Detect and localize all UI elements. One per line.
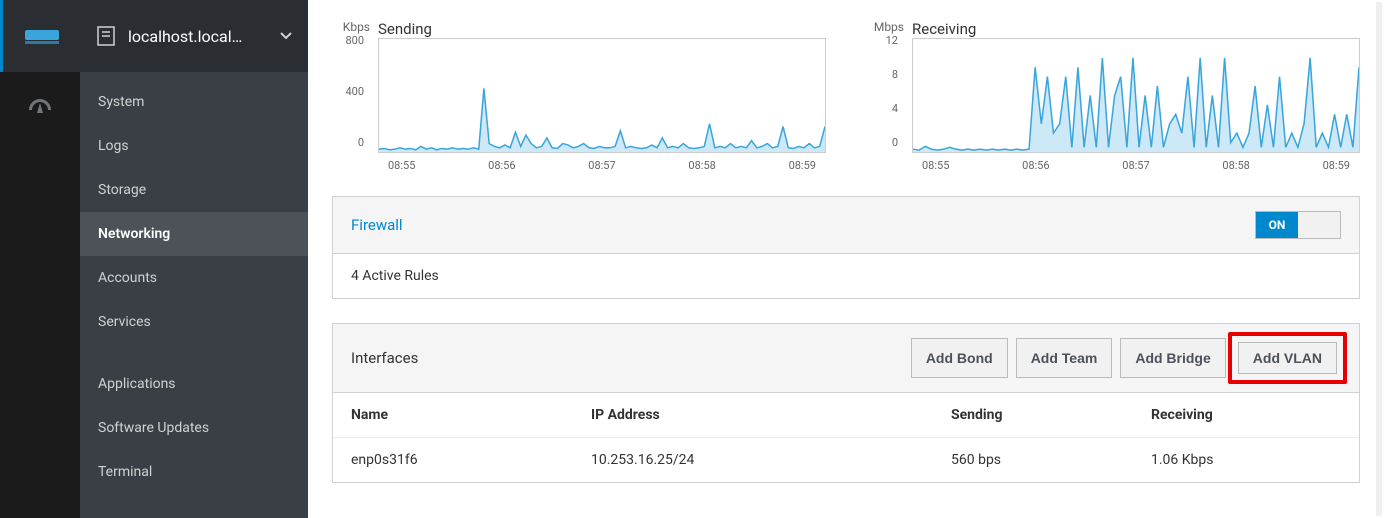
sidebar-item-software-updates[interactable]: Software Updates	[80, 406, 308, 450]
sidebar-nav: System Logs Storage Networking Accounts …	[80, 72, 308, 494]
chart-receiving-unit: Mbps	[866, 20, 904, 34]
chart-sending-plot	[378, 38, 826, 153]
sidebar-item-terminal[interactable]: Terminal	[80, 450, 308, 494]
host-selector[interactable]: localhost.local…	[80, 0, 308, 72]
firewall-toggle-handle	[1298, 212, 1340, 238]
interfaces-header: Interfaces Add Bond Add Team Add Bridge …	[332, 323, 1360, 393]
chart-receiving-plot	[912, 38, 1360, 153]
add-team-button[interactable]: Add Team	[1016, 338, 1113, 378]
chart-receiving-title: Receiving	[912, 20, 1360, 38]
chart-sending-xticks: 08:55 08:56 08:57 08:58 08:59	[378, 159, 826, 172]
icon-rail	[0, 0, 80, 518]
interfaces-title: Interfaces	[351, 349, 418, 367]
col-header-sending: Sending	[951, 407, 1151, 423]
sidebar-item-applications[interactable]: Applications	[80, 362, 308, 406]
chart-sending-unit: Kbps	[332, 20, 370, 34]
charts-row: Kbps 800 400 0 Sending 08:55 08:56	[332, 20, 1360, 172]
col-header-name: Name	[351, 407, 591, 423]
chart-receiving-yticks: 12 8 4 0	[866, 34, 898, 149]
chart-receiving: Mbps 12 8 4 0 Receiving 08:55 08	[866, 20, 1360, 172]
scrollbar[interactable]	[1376, 2, 1382, 516]
col-header-receiving: Receiving	[1151, 407, 1341, 423]
chevron-down-icon	[280, 32, 292, 40]
host-name: localhost.local…	[128, 27, 268, 46]
sidebar-item-accounts[interactable]: Accounts	[80, 256, 308, 300]
chart-sending-title: Sending	[378, 20, 826, 38]
firewall-link[interactable]: Firewall	[351, 216, 403, 234]
rail-server-button[interactable]	[0, 0, 80, 72]
sidebar-item-logs[interactable]: Logs	[80, 124, 308, 168]
chart-receiving-xticks: 08:55 08:56 08:57 08:58 08:59	[912, 159, 1360, 172]
firewall-status: 4 Active Rules	[333, 254, 1359, 298]
add-bond-button[interactable]: Add Bond	[911, 338, 1008, 378]
main-content: Kbps 800 400 0 Sending 08:55 08:56	[308, 0, 1384, 518]
rail-dashboard-button[interactable]	[0, 72, 80, 144]
server-icon	[25, 26, 59, 46]
chart-sending-yticks: 800 400 0	[332, 34, 364, 149]
iface-receiving: 1.06 Kbps	[1151, 452, 1341, 468]
firewall-panel: Firewall ON 4 Active Rules	[332, 196, 1360, 299]
table-header: Name IP Address Sending Receiving	[333, 393, 1359, 438]
iface-ip: 10.253.16.25/24	[591, 452, 951, 468]
document-icon	[96, 25, 116, 47]
interfaces-table: Name IP Address Sending Receiving enp0s3…	[332, 393, 1360, 483]
firewall-toggle[interactable]: ON	[1255, 211, 1341, 239]
sidebar-item-storage[interactable]: Storage	[80, 168, 308, 212]
sidebar-item-system[interactable]: System	[80, 80, 308, 124]
sidebar-item-networking[interactable]: Networking	[80, 212, 308, 256]
chart-sending: Kbps 800 400 0 Sending 08:55 08:56	[332, 20, 826, 172]
add-bridge-button[interactable]: Add Bridge	[1120, 338, 1225, 378]
gauge-icon	[27, 97, 53, 119]
col-header-ip: IP Address	[591, 407, 951, 423]
table-row[interactable]: enp0s31f6 10.253.16.25/24 560 bps 1.06 K…	[333, 438, 1359, 482]
sidebar: localhost.local… System Logs Storage Net…	[80, 0, 308, 518]
add-vlan-highlight: Add VLAN	[1228, 332, 1347, 384]
iface-name: enp0s31f6	[351, 452, 591, 468]
sidebar-item-services[interactable]: Services	[80, 300, 308, 344]
iface-sending: 560 bps	[951, 452, 1151, 468]
add-vlan-button[interactable]: Add VLAN	[1238, 342, 1337, 374]
firewall-toggle-on-label: ON	[1256, 212, 1298, 238]
